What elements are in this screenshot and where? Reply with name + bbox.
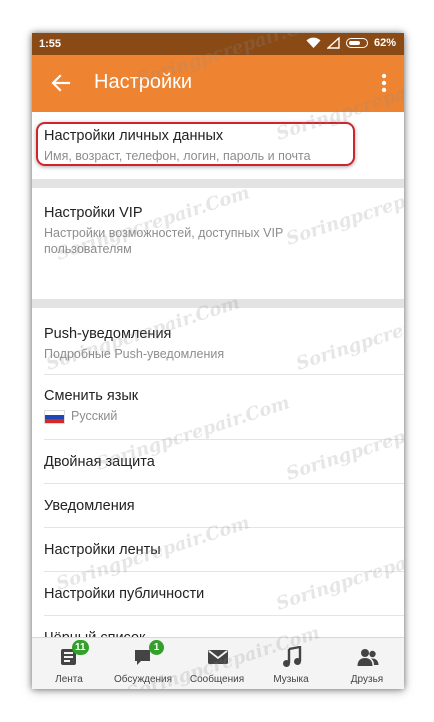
settings-item-title: Настройки ленты	[44, 542, 161, 558]
section-separator	[32, 179, 404, 188]
settings-item-publicity[interactable]: Настройки публичности	[32, 586, 404, 602]
nav-tab-label: Лента	[55, 674, 83, 685]
music-icon	[283, 646, 302, 667]
more-vert-icon[interactable]	[380, 71, 388, 95]
settings-list: Настройки личных данных Имя, возраст, те…	[32, 112, 404, 646]
nav-tab-label: Друзья	[350, 674, 384, 685]
status-bar: 1:55 62%	[32, 33, 404, 55]
divider	[44, 571, 404, 572]
bottom-navigation: 11 Лента 1 Обсуждения Сообщения Музыка Д…	[32, 637, 404, 689]
mail-icon	[208, 650, 228, 664]
status-time: 1:55	[39, 38, 62, 50]
page-title: Настройки	[94, 71, 193, 93]
settings-item-vip[interactable]: Настройки VIP Настройки возможностей, до…	[32, 205, 404, 257]
divider	[44, 374, 404, 375]
phone-screen: 1:55 62% Настройки Настройки личных данн…	[32, 33, 404, 689]
battery-level: 62%	[373, 37, 396, 49]
divider	[44, 483, 404, 484]
nav-tab-label: Музыка	[273, 674, 309, 685]
settings-item-push[interactable]: Push-уведомления Подробные Push-уведомле…	[32, 326, 404, 362]
nav-tab-label: Сообщения	[189, 674, 245, 685]
nav-tab-music[interactable]: Музыка	[254, 638, 328, 689]
settings-item-language[interactable]: Сменить язык Русский	[32, 388, 404, 424]
divider	[44, 615, 404, 616]
nav-tab-discussions[interactable]: 1 Обсуждения	[106, 638, 180, 689]
highlight-frame	[36, 122, 355, 166]
friends-icon	[357, 649, 379, 666]
russian-flag-icon	[44, 409, 65, 424]
battery-icon	[345, 38, 368, 48]
back-arrow-icon[interactable]	[49, 71, 73, 95]
settings-item-two-factor[interactable]: Двойная защита	[32, 454, 404, 470]
settings-item-title: Уведомления	[44, 498, 135, 514]
settings-item-title: Сменить язык	[44, 388, 139, 404]
nav-tab-label: Обсуждения	[113, 674, 173, 685]
settings-item-title: Настройки публичности	[44, 586, 205, 602]
settings-item-feed[interactable]: Настройки ленты	[32, 542, 404, 558]
settings-item-subtitle: Подробные Push-уведомления	[44, 347, 225, 361]
settings-item-title: Push-уведомления	[44, 326, 172, 342]
settings-item-title: Двойная защита	[44, 454, 155, 470]
language-value: Русский	[71, 409, 118, 423]
section-separator	[32, 299, 404, 308]
nav-tab-feed[interactable]: 11 Лента	[32, 638, 106, 689]
feed-badge: 11	[72, 640, 89, 655]
nav-tab-friends[interactable]: Друзья	[330, 638, 404, 689]
divider	[44, 527, 404, 528]
settings-item-subtitle: Настройки возможностей, доступных VIP по…	[44, 226, 284, 256]
discussions-badge: 1	[149, 640, 164, 655]
nav-tab-messages[interactable]: Сообщения	[180, 638, 254, 689]
settings-item-title: Настройки VIP	[44, 205, 143, 221]
wifi-icon	[306, 37, 321, 48]
signal-icon	[326, 37, 340, 49]
app-bar: Настройки	[32, 55, 404, 112]
divider	[44, 439, 404, 440]
settings-item-notifications[interactable]: Уведомления	[32, 498, 404, 514]
